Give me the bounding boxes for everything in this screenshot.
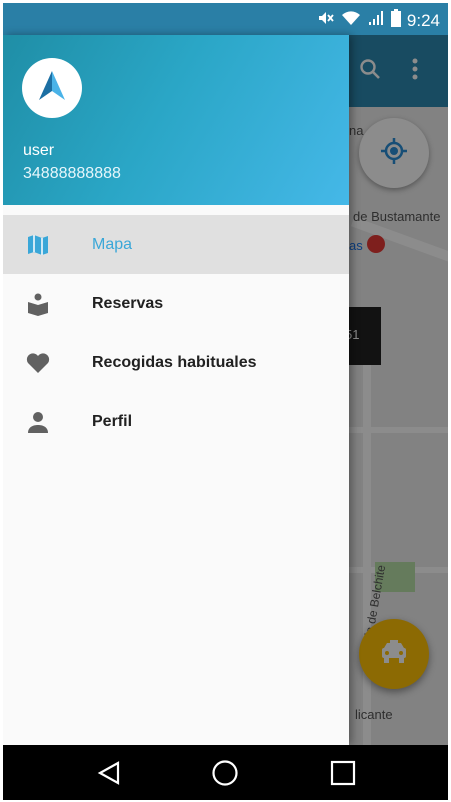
navigation-arrow-logo [35, 69, 69, 108]
heart-icon [25, 350, 51, 376]
back-icon[interactable] [93, 757, 125, 789]
menu-item-label: Recogidas habituales [92, 353, 257, 371]
menu-item-label: Reservas [92, 294, 164, 312]
menu-item-label: Perfil [92, 412, 133, 430]
menu-item-perfil[interactable]: Perfil [3, 392, 349, 451]
recents-icon[interactable] [327, 757, 359, 789]
menu-item-mapa[interactable]: Mapa [3, 215, 349, 274]
phone-screen: 9:24 na de Bustamante as 51 Batalla de B… [3, 3, 448, 800]
person-icon [25, 409, 51, 435]
wifi-icon [341, 9, 361, 32]
mute-icon [317, 9, 335, 32]
home-icon[interactable] [209, 757, 241, 789]
menu-item-label: Mapa [92, 235, 133, 253]
book-reader-icon [25, 291, 51, 317]
drawer-menu: Mapa Reservas Recogidas habituales Perfi… [3, 215, 349, 451]
status-bar: 9:24 [3, 3, 448, 35]
drawer-header: user 34888888888 [3, 35, 349, 205]
signal-icon [367, 9, 385, 32]
menu-item-reservas[interactable]: Reservas [3, 274, 349, 333]
menu-item-recogidas-habituales[interactable]: Recogidas habituales [3, 333, 349, 392]
navigation-drawer: user 34888888888 Mapa Reservas Recogidas… [3, 35, 349, 745]
status-icons: 9:24 [317, 9, 440, 32]
battery-icon [390, 9, 401, 32]
status-time: 9:24 [406, 10, 440, 30]
map-icon [25, 232, 51, 258]
user-phone: 34888888888 [23, 165, 121, 182]
avatar[interactable] [22, 58, 82, 118]
user-name: user [23, 142, 55, 159]
system-navigation-bar [3, 745, 448, 800]
